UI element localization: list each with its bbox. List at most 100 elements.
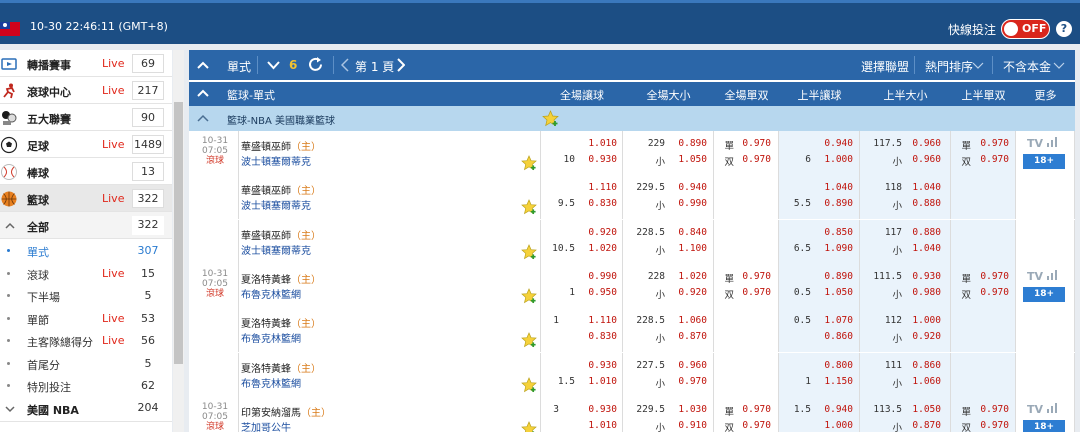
sidebar-sport-5[interactable]: 籃球 Live 322: [0, 185, 172, 212]
h1-hcp-odds[interactable]: 0.940: [815, 404, 853, 415]
ou-odds[interactable]: 0.870: [669, 331, 707, 342]
hcp-odds[interactable]: 1.010: [579, 420, 617, 431]
league-row[interactable]: 籃球-NBA 美國職業籃球: [189, 106, 1075, 131]
more-bets-button[interactable]: 18+: [1023, 154, 1065, 169]
h1-ou-odds[interactable]: 0.860: [903, 360, 941, 371]
ou-odds[interactable]: 1.050: [669, 154, 707, 165]
h1-ou-odds[interactable]: 0.980: [903, 287, 941, 298]
ou-odds[interactable]: 1.060: [669, 315, 707, 326]
chevron-up-icon[interactable]: [197, 60, 209, 70]
hcp-odds[interactable]: 0.950: [579, 287, 617, 298]
h1-ou-odds[interactable]: 1.040: [903, 182, 941, 193]
h1-ou-odds[interactable]: 1.050: [903, 404, 941, 415]
sidebar-sub-4[interactable]: 主客隊總得分 Live 56: [0, 329, 172, 352]
hcp-odds[interactable]: 0.930: [579, 154, 617, 165]
hcp-odds[interactable]: 0.930: [579, 404, 617, 415]
ou-odds[interactable]: 0.920: [669, 287, 707, 298]
help-icon[interactable]: ?: [1056, 21, 1072, 37]
sidebar-sport-4[interactable]: 棒球 13: [0, 158, 172, 185]
tv-icon[interactable]: TV: [1027, 402, 1058, 416]
h1-hcp-odds[interactable]: 1.090: [815, 243, 853, 254]
h1-oe-odds[interactable]: 0.970: [971, 287, 1009, 298]
ou-odds[interactable]: 0.940: [669, 182, 707, 193]
sidebar-sport-2[interactable]: 五大聯賽 90: [0, 104, 172, 131]
oe-odds[interactable]: 0.970: [733, 404, 771, 415]
favorite-star-icon[interactable]: [521, 376, 537, 393]
h1-ou-odds[interactable]: 0.960: [903, 138, 941, 149]
h1-ou-odds[interactable]: 0.920: [903, 331, 941, 342]
sidebar-scrollbar[interactable]: [173, 50, 184, 432]
hcp-odds[interactable]: 1.110: [579, 315, 617, 326]
ou-odds[interactable]: 0.960: [669, 360, 707, 371]
h1-ou-odds[interactable]: 0.880: [903, 227, 941, 238]
sidebar-sub-3[interactable]: 單節 Live 53: [0, 307, 172, 330]
sidebar-sport-3[interactable]: 足球 Live 1489: [0, 131, 172, 158]
h1-hcp-odds[interactable]: 1.040: [815, 182, 853, 193]
favorite-star-icon[interactable]: [521, 420, 537, 432]
more-bets-button[interactable]: 18+: [1023, 286, 1065, 302]
hcp-odds[interactable]: 0.830: [579, 331, 617, 342]
sidebar-sub-5[interactable]: 首尾分 5: [0, 352, 172, 375]
h1-hcp-odds[interactable]: 0.800: [815, 360, 853, 371]
favorite-star-icon[interactable]: [521, 199, 537, 215]
prev-page-icon[interactable]: [341, 58, 349, 72]
sidebar-sub-0[interactable]: 單式 307: [0, 239, 172, 262]
h1-ou-odds[interactable]: 1.000: [903, 315, 941, 326]
h1-ou-odds[interactable]: 0.930: [903, 271, 941, 282]
chevron-up-icon[interactable]: [197, 114, 209, 123]
hcp-odds[interactable]: 0.920: [579, 227, 617, 238]
chevron-up-icon[interactable]: [197, 89, 209, 98]
hcp-odds[interactable]: 1.010: [579, 376, 617, 387]
sidebar-sub-2[interactable]: 下半場 5: [0, 284, 172, 307]
ou-odds[interactable]: 0.910: [669, 420, 707, 431]
h1-oe-odds[interactable]: 0.970: [971, 420, 1009, 431]
favorite-star-icon[interactable]: [521, 243, 537, 260]
h1-hcp-odds[interactable]: 1.000: [815, 420, 853, 431]
ou-odds[interactable]: 0.990: [669, 198, 707, 209]
h1-oe-odds[interactable]: 0.970: [971, 138, 1009, 149]
favorite-star-icon[interactable]: [542, 110, 559, 127]
hcp-odds[interactable]: 0.990: [579, 271, 617, 282]
hot-sort-dropdown[interactable]: 熱門排序: [925, 58, 973, 75]
h1-hcp-odds[interactable]: 0.850: [815, 227, 853, 238]
sidebar-sub-1[interactable]: 滾球 Live 15: [0, 262, 172, 285]
refresh-icon[interactable]: [307, 56, 324, 73]
hcp-odds[interactable]: 1.010: [579, 138, 617, 149]
h1-oe-odds[interactable]: 0.970: [971, 271, 1009, 282]
h1-ou-odds[interactable]: 1.060: [903, 376, 941, 387]
sidebar-sport-1[interactable]: 滾球中心 Live 217: [0, 77, 172, 104]
ou-odds[interactable]: 1.100: [669, 243, 707, 254]
principal-dropdown[interactable]: 不含本金: [1003, 58, 1051, 75]
sidebar-all[interactable]: 全部 322: [0, 212, 172, 239]
sidebar-league-nba[interactable]: 美國 NBA 204: [0, 395, 172, 422]
mode-label[interactable]: 單式: [227, 58, 251, 75]
hcp-odds[interactable]: 0.830: [579, 198, 617, 209]
select-league-button[interactable]: 選擇聯盟: [861, 58, 909, 75]
hcp-odds[interactable]: 0.930: [579, 360, 617, 371]
quick-bet-toggle[interactable]: OFF: [1001, 19, 1050, 39]
h1-oe-odds[interactable]: 0.970: [971, 404, 1009, 415]
more-bets-button[interactable]: 18+: [1023, 419, 1065, 432]
sidebar-sub-6[interactable]: 特別投注 62: [0, 374, 172, 397]
chevron-down-icon[interactable]: [267, 60, 280, 70]
next-page-icon[interactable]: [397, 58, 405, 72]
h1-ou-odds[interactable]: 0.960: [903, 154, 941, 165]
ou-odds[interactable]: 0.890: [669, 138, 707, 149]
h1-hcp-odds[interactable]: 0.890: [815, 198, 853, 209]
sidebar-sport-0[interactable]: 轉播賽事 Live 69: [0, 50, 172, 77]
h1-hcp-odds[interactable]: 1.150: [815, 376, 853, 387]
oe-odds[interactable]: 0.970: [733, 138, 771, 149]
h1-ou-odds[interactable]: 0.880: [903, 198, 941, 209]
oe-odds[interactable]: 0.970: [733, 271, 771, 282]
h1-ou-odds[interactable]: 1.040: [903, 243, 941, 254]
tv-icon[interactable]: TV: [1027, 137, 1058, 150]
favorite-star-icon[interactable]: [521, 155, 537, 171]
oe-odds[interactable]: 0.970: [733, 420, 771, 431]
h1-oe-odds[interactable]: 0.970: [971, 154, 1009, 165]
oe-odds[interactable]: 0.970: [733, 287, 771, 298]
h1-hcp-odds[interactable]: 1.070: [815, 315, 853, 326]
ou-odds[interactable]: 1.020: [669, 271, 707, 282]
hcp-odds[interactable]: 1.110: [579, 182, 617, 193]
oe-odds[interactable]: 0.970: [733, 154, 771, 165]
h1-ou-odds[interactable]: 0.870: [903, 420, 941, 431]
